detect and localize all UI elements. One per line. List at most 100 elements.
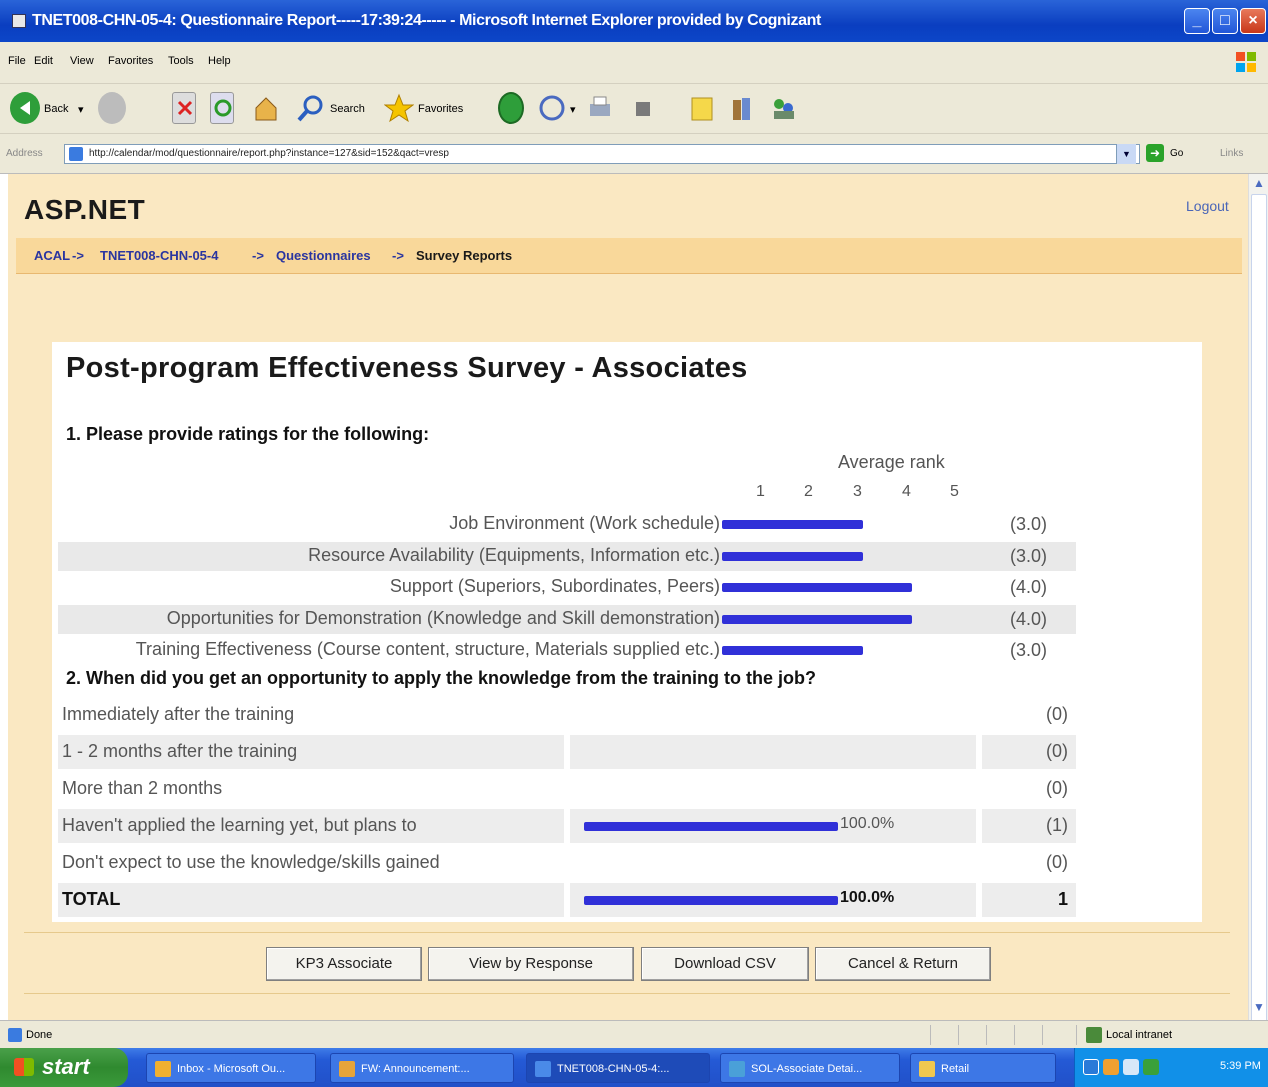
menu-view[interactable]: View [70,55,94,67]
page-content: ASP.NET Logout ACAL -> TNET008-CHN-05-4 … [8,174,1248,1020]
breadcrumb-course[interactable]: TNET008-CHN-05-4 [100,248,218,263]
taskbar-item-retail[interactable]: Retail [910,1053,1056,1083]
search-label[interactable]: Search [330,103,365,115]
response-label: Don't expect to use the knowledge/skills… [62,852,440,872]
vertical-scrollbar[interactable]: ▲ ▼ [1248,174,1268,1024]
menu-favorites[interactable]: Favorites [108,55,153,67]
status-bar: Done Local intranet [0,1020,1268,1048]
stop-icon[interactable] [172,92,196,124]
maximize-button[interactable]: □ [1212,8,1238,34]
ie-window-icon [12,14,26,28]
back-icon[interactable] [10,92,40,124]
scroll-up-icon[interactable]: ▲ [1251,176,1267,192]
search-icon[interactable] [296,92,326,124]
response-row: Haven't applied the learning yet, but pl… [58,809,1076,843]
survey-report-panel: Post-program Effectiveness Survey - Asso… [52,342,1202,922]
tray-security-icon[interactable] [1143,1059,1159,1075]
menu-edit[interactable]: Edit [34,55,53,67]
menu-tools[interactable]: Tools [168,55,194,67]
taskbar-label: Inbox - Microsoft Ou... [177,1063,286,1075]
rating-row: Support (Superiors, Subordinates, Peers)… [58,573,1076,602]
breadcrumb-separator: -> [72,248,84,263]
taskbar-item-inbox[interactable]: Inbox - Microsoft Ou... [146,1053,316,1083]
rating-bar [722,583,912,592]
close-button[interactable]: × [1240,8,1266,34]
scroll-down-icon[interactable]: ▼ [1251,1000,1267,1016]
intranet-zone-icon [1086,1027,1102,1043]
kp3-associate-button[interactable]: KP3 Associate [266,947,422,981]
start-button[interactable]: start [0,1048,128,1087]
rating-row: Job Environment (Work schedule) (3.0) [58,510,1076,539]
taskbar-item-questionnaire[interactable]: TNET008-CHN-05-4:... [526,1053,710,1083]
rating-bar [722,646,863,655]
messenger-icon[interactable] [768,92,798,124]
scrollbar-thumb[interactable] [1251,194,1267,1024]
mail-dropdown-icon[interactable]: ▾ [570,103,576,116]
windows-flag-icon [14,1058,34,1076]
research-icon[interactable] [730,92,754,124]
breadcrumb-current: Survey Reports [416,248,513,263]
response-row: More than 2 months (0) [58,772,1076,806]
tray-network-icon[interactable] [1123,1059,1139,1075]
rating-bar [722,551,863,561]
response-percent: 100.0% [840,889,895,906]
view-by-response-button[interactable]: View by Response [428,947,634,981]
logout-link[interactable]: Logout [1186,198,1229,214]
forward-icon[interactable] [98,92,126,124]
print-icon[interactable] [586,92,614,124]
rating-label: Support (Superiors, Subordinates, Peers) [389,576,720,596]
menu-file[interactable]: File [8,55,26,67]
address-input[interactable]: http://calendar/mod/questionnaire/report… [64,144,1140,164]
favorites-label[interactable]: Favorites [418,103,463,115]
response-count: (1) [1046,815,1068,835]
taskbar-label: Retail [941,1063,970,1075]
back-dropdown-icon[interactable]: ▾ [78,103,84,116]
minimize-button[interactable]: _ [1184,8,1210,34]
go-arrow-icon[interactable]: ➜ [1146,144,1164,162]
rating-label: Training Effectiveness (Course content, … [135,639,720,659]
notes-icon[interactable] [688,92,716,124]
scale-4: 4 [902,483,911,500]
toolbar: Back ▾ Search Favorites ▾ [0,84,1268,134]
download-csv-button[interactable]: Download CSV [641,947,809,981]
go-button[interactable]: Go [1170,148,1183,159]
rating-row: Opportunities for Demonstration (Knowled… [58,604,1076,634]
history-icon[interactable] [498,92,524,124]
taskbar-label: SOL-Associate Detai... [751,1063,863,1075]
address-url[interactable]: http://calendar/mod/questionnaire/report… [89,148,449,159]
tray-expand-icon[interactable] [1083,1059,1099,1075]
mail-message-icon [339,1061,355,1077]
survey-title: Post-program Effectiveness Survey - Asso… [66,352,748,384]
mail-icon[interactable] [538,92,568,124]
favorites-star-icon[interactable] [383,92,415,124]
breadcrumb-acal[interactable]: ACAL [34,248,70,263]
response-count: (0) [1046,741,1068,761]
rating-value: (3.0) [1010,640,1048,660]
response-row: Don't expect to use the knowledge/skills… [58,846,1076,880]
outlook-icon [155,1061,171,1077]
breadcrumb-questionnaires[interactable]: Questionnaires [276,248,371,263]
rating-value: (3.0) [1010,545,1048,566]
refresh-icon[interactable] [210,92,234,124]
back-label[interactable]: Back [44,103,68,115]
app-icon [729,1061,745,1077]
taskbar-item-announcement[interactable]: FW: Announcement:... [330,1053,514,1083]
rating-label: Job Environment (Work schedule) [449,513,720,533]
windows-logo-icon [1236,52,1256,72]
address-dropdown-icon[interactable]: ▼ [1116,144,1136,164]
scale-2: 2 [804,483,813,500]
edit-icon[interactable] [632,92,654,124]
scale-1: 1 [756,483,765,500]
cancel-return-button[interactable]: Cancel & Return [815,947,991,981]
taskbar-item-sol-associate[interactable]: SOL-Associate Detai... [720,1053,900,1083]
home-icon[interactable] [252,92,280,124]
rating-value: (4.0) [1010,608,1048,629]
links-button[interactable]: Links [1220,148,1243,159]
response-label: 1 - 2 months after the training [62,741,298,761]
window-titlebar: TNET008-CHN-05-4: Questionnaire Report--… [0,0,1268,42]
tray-app-icon[interactable] [1103,1059,1119,1075]
menu-help[interactable]: Help [208,55,231,67]
total-row: TOTAL 100.0% 1 [58,883,1076,917]
response-label: Haven't applied the learning yet, but pl… [62,815,417,835]
rating-row: Resource Availability (Equipments, Infor… [58,541,1076,571]
